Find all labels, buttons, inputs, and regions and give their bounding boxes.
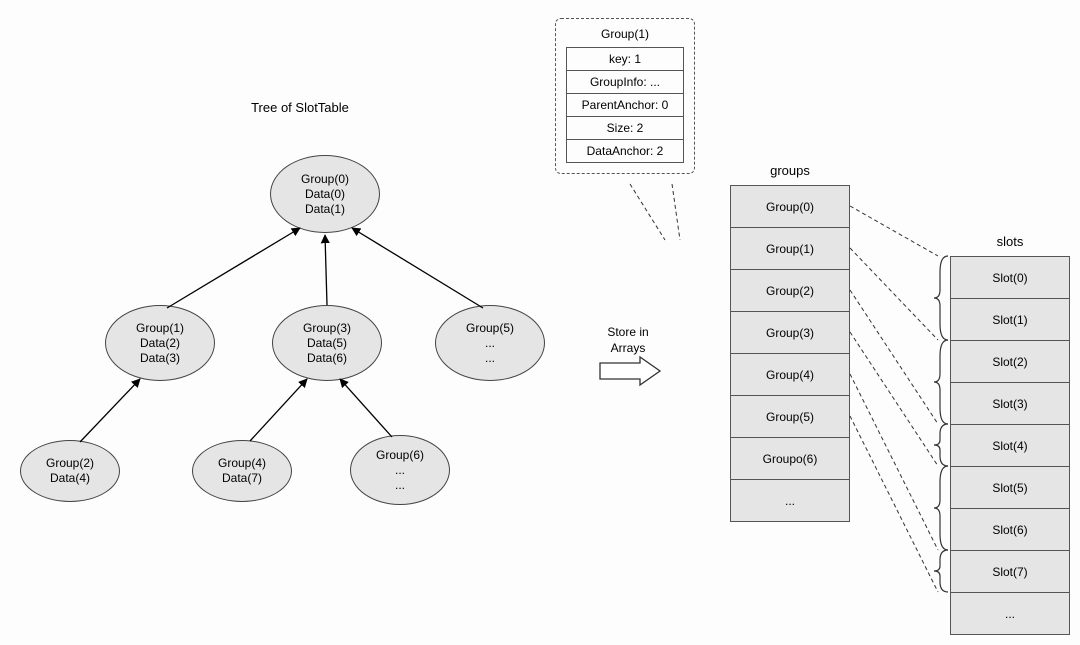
- slots-row: Slot(5): [951, 467, 1069, 509]
- node-line: Group(6): [376, 448, 424, 463]
- slots-row: Slot(2): [951, 341, 1069, 383]
- callout-row: DataAnchor: 2: [567, 140, 683, 163]
- node-line: Group(0): [301, 172, 349, 187]
- slots-row: ...: [951, 593, 1069, 635]
- node-line: Data(4): [50, 471, 90, 486]
- groups-row: Group(1): [731, 228, 849, 270]
- tree-node-group3: Group(3) Data(5) Data(6): [272, 305, 382, 381]
- hollow-arrow-icon: [600, 357, 660, 385]
- tree-node-group5: Group(5) ... ...: [435, 305, 545, 381]
- groups-row: Group(5): [731, 396, 849, 438]
- node-line: ...: [485, 351, 495, 366]
- node-line: Group(1): [136, 321, 184, 336]
- tree-node-group2: Group(2) Data(4): [20, 440, 120, 502]
- label-line: Arrays: [611, 341, 646, 355]
- tree-node-group1: Group(1) Data(2) Data(3): [105, 305, 215, 381]
- callout-title: Group(1): [566, 27, 684, 41]
- slots-row: Slot(7): [951, 551, 1069, 593]
- groups-row: Group(0): [731, 186, 849, 228]
- groups-row: Groupo(6): [731, 438, 849, 480]
- groups-row: Group(3): [731, 312, 849, 354]
- node-line: Group(5): [466, 321, 514, 336]
- node-line: Data(5): [307, 336, 347, 351]
- groups-table: Group(0) Group(1) Group(2) Group(3) Grou…: [730, 185, 850, 522]
- node-line: ...: [395, 463, 405, 478]
- node-line: ...: [485, 336, 495, 351]
- groups-row: Group(2): [731, 270, 849, 312]
- node-line: Data(1): [305, 202, 345, 217]
- node-line: Group(2): [46, 456, 94, 471]
- tree-node-group6: Group(6) ... ...: [350, 435, 450, 505]
- node-line: Data(2): [140, 336, 180, 351]
- groups-row: ...: [731, 480, 849, 522]
- callout-row: Size: 2: [567, 117, 683, 140]
- slots-row: Slot(6): [951, 509, 1069, 551]
- slots-table: Slot(0) Slot(1) Slot(2) Slot(3) Slot(4) …: [950, 256, 1070, 635]
- callout-row: ParentAnchor: 0: [567, 94, 683, 117]
- slots-row: Slot(4): [951, 425, 1069, 467]
- label-line: Store in: [607, 325, 648, 339]
- callout-row: key: 1: [567, 48, 683, 71]
- tree-title: Tree of SlotTable: [230, 100, 370, 115]
- node-line: Data(6): [307, 351, 347, 366]
- node-line: Group(4): [218, 456, 266, 471]
- node-line: Data(0): [305, 187, 345, 202]
- callout-group1: Group(1) key: 1 GroupInfo: ... ParentAnc…: [555, 18, 695, 174]
- node-line: Group(3): [303, 321, 351, 336]
- slots-row: Slot(3): [951, 383, 1069, 425]
- slots-title: slots: [950, 234, 1070, 249]
- node-line: Data(7): [222, 471, 262, 486]
- tree-node-group0: Group(0) Data(0) Data(1): [270, 155, 380, 233]
- node-line: ...: [395, 478, 405, 493]
- slots-row: Slot(0): [951, 257, 1069, 299]
- slots-row: Slot(1): [951, 299, 1069, 341]
- groups-title: groups: [730, 163, 850, 178]
- callout-row: GroupInfo: ...: [567, 71, 683, 94]
- node-line: Data(3): [140, 351, 180, 366]
- store-in-arrays-label: Store in Arrays: [598, 325, 658, 356]
- tree-node-group4: Group(4) Data(7): [192, 440, 292, 502]
- groups-row: Group(4): [731, 354, 849, 396]
